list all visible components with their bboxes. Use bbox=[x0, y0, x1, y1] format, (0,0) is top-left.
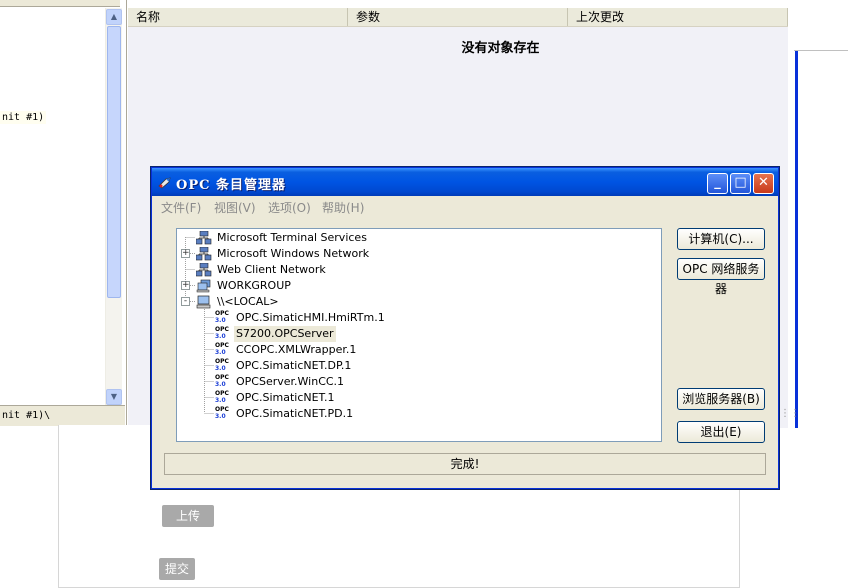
network-icon bbox=[196, 263, 212, 277]
close-button[interactable]: ✕ bbox=[753, 173, 774, 194]
left-editor-pane bbox=[0, 0, 105, 405]
menu-view[interactable]: 视图(V) bbox=[214, 199, 256, 216]
tree-node-label: OPCServer.WinCC.1 bbox=[236, 375, 345, 388]
right-background-strip bbox=[794, 0, 848, 51]
opc-server-icon: OPC 3.0 bbox=[215, 342, 229, 356]
opc-item-manager-dialog: OPC 条目管理器 _ □ ✕ 文件(F) 视图(V) 选项(O) 帮助(H) bbox=[151, 167, 779, 489]
tree-node-label: \\<LOCAL> bbox=[217, 295, 279, 308]
expand-plus-icon[interactable]: + bbox=[181, 281, 190, 290]
maximize-button[interactable]: □ bbox=[730, 173, 751, 194]
dialog-menubar: 文件(F) 视图(V) 选项(O) 帮助(H) bbox=[152, 196, 778, 216]
opc-server-icon: OPC 3.0 bbox=[215, 406, 229, 420]
dialog-title: OPC 条目管理器 bbox=[176, 178, 286, 193]
computer-icon bbox=[196, 295, 211, 309]
browse-server-button[interactable]: 浏览服务器(B) bbox=[677, 388, 765, 410]
column-name[interactable]: 名称 bbox=[128, 8, 348, 26]
column-last-changed[interactable]: 上次更改 bbox=[568, 8, 788, 26]
tree-node-label: OPC.SimaticNET.1 bbox=[236, 391, 335, 404]
tree-node-label: S7200.OPCServer bbox=[234, 326, 336, 342]
opc-server-icon: OPC 3.0 bbox=[215, 310, 229, 324]
opc-app-icon bbox=[158, 177, 171, 189]
expand-plus-icon[interactable]: + bbox=[181, 249, 190, 258]
opc-server-icon: OPC 3.0 bbox=[215, 390, 229, 404]
menu-help[interactable]: 帮助(H) bbox=[322, 199, 364, 216]
tree-node-label: OPC.SimaticNET.PD.1 bbox=[236, 407, 354, 420]
submit-button[interactable]: 提交 bbox=[159, 558, 195, 580]
tree-node-label: CCOPC.XMLWrapper.1 bbox=[236, 343, 357, 356]
computer-button[interactable]: 计算机(C)... bbox=[677, 228, 765, 250]
empty-list-message: 没有对象存在 bbox=[461, 41, 540, 56]
scroll-down-arrow-icon[interactable]: ▼ bbox=[106, 389, 122, 405]
left-toolbar-edge bbox=[0, 0, 120, 7]
list-header: 名称 参数 上次更改 bbox=[128, 8, 788, 27]
server-tree[interactable]: Microsoft Terminal Services + Microsoft … bbox=[176, 228, 662, 442]
dialog-titlebar[interactable]: OPC 条目管理器 _ □ ✕ bbox=[152, 168, 778, 196]
maximize-icon: □ bbox=[734, 175, 747, 190]
menu-file[interactable]: 文件(F) bbox=[161, 199, 201, 216]
opc-network-server-button[interactable]: OPC 网络服务器 bbox=[677, 258, 765, 296]
tree-node-label: OPC.SimaticNET.DP.1 bbox=[236, 359, 352, 372]
left-code-tag: nit #1) bbox=[0, 111, 47, 124]
tree-node-label: OPC.SimaticHMI.HmiRTm.1 bbox=[236, 311, 385, 324]
exit-button[interactable]: 退出(E) bbox=[677, 421, 765, 443]
collapse-minus-icon[interactable]: - bbox=[181, 297, 190, 306]
status-bar: 完成! bbox=[164, 453, 766, 475]
upload-button[interactable]: 上传 bbox=[162, 505, 214, 527]
tree-node-label: Microsoft Terminal Services bbox=[217, 231, 367, 244]
opc-server-icon: OPC 3.0 bbox=[215, 358, 229, 372]
minimize-icon: _ bbox=[714, 175, 721, 190]
workgroup-icon bbox=[196, 279, 211, 293]
opc-server-icon: OPC 3.0 bbox=[215, 326, 229, 340]
network-icon bbox=[196, 231, 212, 245]
menu-options[interactable]: 选项(O) bbox=[268, 199, 311, 216]
scrollbar-thumb[interactable] bbox=[107, 26, 121, 298]
left-vertical-scrollbar[interactable]: ▲ ▼ bbox=[105, 8, 122, 405]
scroll-up-arrow-icon[interactable]: ▲ bbox=[106, 9, 122, 25]
minimize-button[interactable]: _ bbox=[707, 173, 728, 194]
network-icon bbox=[196, 247, 212, 261]
opc-server-icon: OPC 3.0 bbox=[215, 374, 229, 388]
resize-grip-icon[interactable]: ⋮⋮ bbox=[780, 408, 800, 424]
close-icon: ✕ bbox=[758, 175, 769, 190]
left-status-strip: nit #1)\ bbox=[0, 405, 125, 426]
column-parameters[interactable]: 参数 bbox=[348, 8, 568, 26]
tree-node-label: WORKGROUP bbox=[217, 279, 291, 292]
tree-node-label: Microsoft Windows Network bbox=[217, 247, 370, 260]
left-status-text: nit #1)\ bbox=[2, 410, 51, 421]
tree-node-label: Web Client Network bbox=[217, 263, 326, 276]
